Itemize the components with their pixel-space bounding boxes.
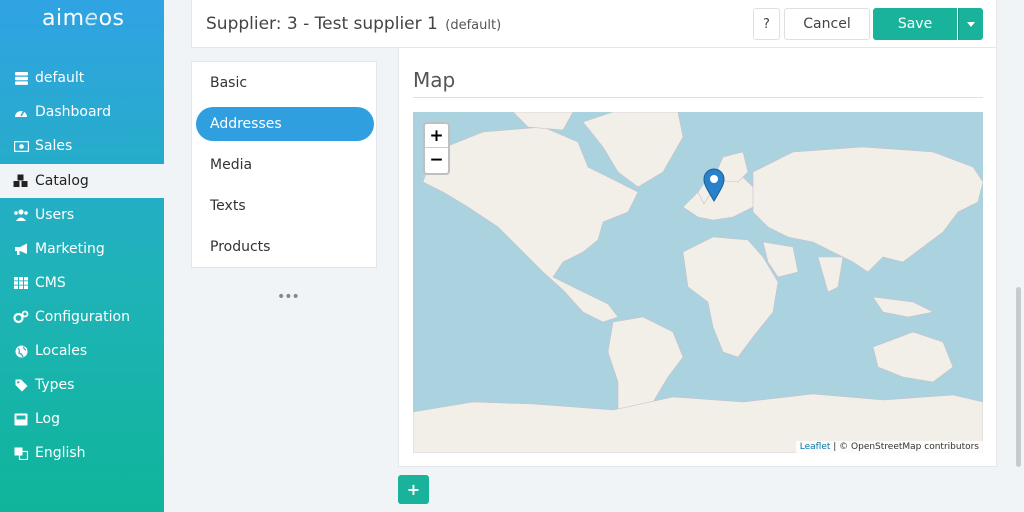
globe-icon [13, 343, 29, 359]
money-icon [13, 138, 29, 154]
add-address-button[interactable]: + [398, 475, 429, 504]
tab-media[interactable]: Media [196, 148, 374, 182]
cancel-button[interactable]: Cancel [784, 8, 870, 40]
save-options-dropdown[interactable] [958, 8, 983, 40]
item-tabs: Basic Addresses Media Texts Products [191, 61, 377, 268]
page-scrollbar[interactable] [1016, 287, 1021, 467]
save-button[interactable]: Save [873, 8, 957, 40]
gauge-icon [13, 104, 29, 120]
sidebar-item-locales[interactable]: Locales [0, 334, 164, 368]
users-icon [13, 207, 29, 223]
cubes-icon [13, 173, 29, 189]
bullhorn-icon [13, 241, 29, 257]
page-subtitle: (default) [445, 17, 502, 33]
zoom-control: + − [423, 122, 450, 175]
sidebar-item-configuration[interactable]: Configuration [0, 300, 164, 334]
sidebar-item-default[interactable]: default [0, 61, 164, 95]
tab-texts[interactable]: Texts [196, 189, 374, 223]
map-card: Map + − Leaflet | © OpenStreetMap contri… [398, 48, 997, 467]
divider [413, 97, 983, 98]
sidebar-item-cms[interactable]: CMS [0, 266, 164, 300]
help-button[interactable]: ? [753, 8, 780, 40]
language-icon [13, 445, 29, 461]
app-logo[interactable]: aimeos [42, 6, 125, 31]
zoom-in-button[interactable]: + [425, 124, 448, 148]
sidebar-item-log[interactable]: Log [0, 402, 164, 436]
tab-addresses[interactable]: Addresses [196, 107, 374, 141]
zoom-out-button[interactable]: − [425, 148, 448, 172]
world-map [413, 112, 983, 453]
inbox-icon [13, 411, 29, 427]
more-options-button[interactable]: ••• [277, 289, 300, 305]
map-view[interactable]: + − Leaflet | © OpenStreetMap contributo… [413, 112, 983, 453]
sidebar-item-english[interactable]: English [0, 436, 164, 470]
sidebar-item-users[interactable]: Users [0, 198, 164, 232]
sidebar-item-marketing[interactable]: Marketing [0, 232, 164, 266]
database-icon [13, 70, 29, 86]
tag-icon [13, 377, 29, 393]
page-title: Supplier: 3 - Test supplier 1 (default) [206, 13, 502, 34]
sidebar-item-catalog[interactable]: Catalog [0, 164, 164, 198]
sidebar-item-types[interactable]: Types [0, 368, 164, 402]
tab-products[interactable]: Products [196, 230, 374, 264]
sidebar-item-dashboard[interactable]: Dashboard [0, 95, 164, 129]
page-header: Supplier: 3 - Test supplier 1 (default) … [191, 0, 997, 48]
map-heading: Map [413, 68, 456, 92]
grid-icon [13, 275, 29, 291]
cogs-icon [13, 309, 29, 325]
map-attribution: Leaflet | © OpenStreetMap contributors [795, 441, 983, 453]
leaflet-link[interactable]: Leaflet [800, 442, 831, 452]
sidebar-item-sales[interactable]: Sales [0, 129, 164, 163]
tab-basic[interactable]: Basic [196, 66, 374, 100]
